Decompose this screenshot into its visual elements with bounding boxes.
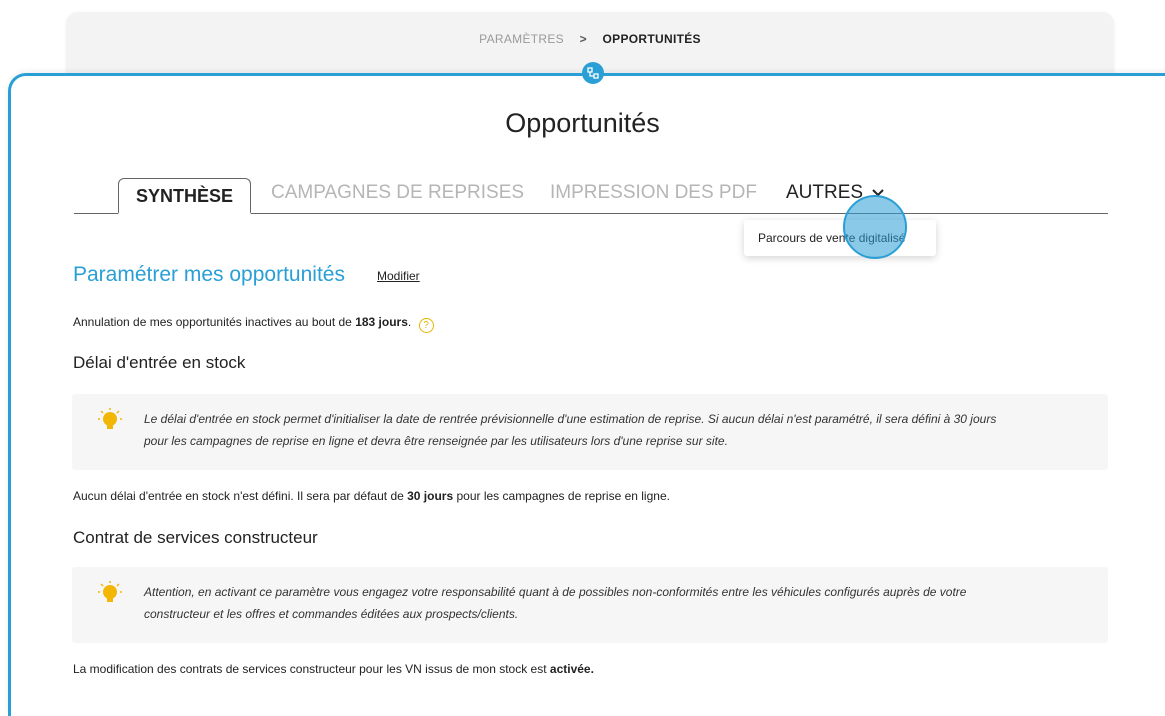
breadcrumb-separator: > bbox=[579, 32, 587, 46]
contract-info-text: Attention, en activant ce paramètre vous… bbox=[144, 581, 1084, 625]
lightbulb-icon bbox=[96, 579, 124, 610]
help-icon[interactable]: ? bbox=[418, 318, 434, 333]
inactive-suffix: . bbox=[407, 315, 412, 329]
section-title: Paramétrer mes opportunités bbox=[73, 263, 345, 286]
tab-campagnes-de-reprises[interactable]: CAMPAGNES DE REPRISES bbox=[271, 182, 524, 204]
breadcrumb-current: OPPORTUNITÉS bbox=[602, 32, 701, 46]
stock-status-prefix: Aucun délai d'entrée en stock n'est défi… bbox=[73, 489, 408, 503]
page-title: Opportunités bbox=[505, 108, 660, 138]
breadcrumb: PARAMÈTRES > OPPORTUNITÉS bbox=[66, 32, 1114, 46]
stock-info-text: Le délai d'entrée en stock permet d'init… bbox=[144, 408, 1084, 452]
stock-info-box: Le délai d'entrée en stock permet d'init… bbox=[72, 394, 1108, 470]
tab-impression-des-pdf[interactable]: IMPRESSION DES PDF bbox=[550, 182, 757, 204]
contract-status-value: activée. bbox=[549, 662, 594, 676]
contract-status-prefix: La modification des contrats de services… bbox=[73, 662, 550, 676]
contract-info-line2: constructeur et les offres et commandes … bbox=[144, 607, 519, 621]
inactive-setting: Annulation de mes opportunités inactives… bbox=[73, 315, 434, 333]
stock-status-value: 30 jours bbox=[407, 489, 454, 503]
contract-info-line1: Attention, en activant ce paramètre vous… bbox=[144, 585, 967, 599]
click-indicator bbox=[843, 195, 907, 259]
stock-status-suffix: pour les campagnes de reprise en ligne. bbox=[453, 489, 670, 503]
tab-autres-label: AUTRES bbox=[786, 182, 864, 203]
breadcrumb-parent[interactable]: PARAMÈTRES bbox=[479, 32, 564, 46]
autres-dropdown: Parcours de vente digitalisé bbox=[744, 220, 936, 256]
inactive-value: 183 jours bbox=[355, 315, 408, 329]
connector-icon bbox=[582, 62, 604, 84]
stock-status: Aucun délai d'entrée en stock n'est défi… bbox=[73, 489, 670, 503]
stock-info-line1: Le délai d'entrée en stock permet d'init… bbox=[144, 412, 997, 426]
tab-synthese[interactable]: SYNTHÈSE bbox=[118, 178, 251, 214]
contract-status: La modification des contrats de services… bbox=[73, 662, 594, 676]
contract-heading: Contrat de services constructeur bbox=[73, 528, 318, 547]
stock-heading: Délai d'entrée en stock bbox=[73, 353, 246, 372]
stock-info-line2: pour les campagnes de reprise en ligne e… bbox=[144, 434, 728, 448]
contract-info-box: Attention, en activant ce paramètre vous… bbox=[72, 567, 1108, 643]
inactive-prefix: Annulation de mes opportunités inactives… bbox=[73, 315, 356, 329]
modify-link[interactable]: Modifier bbox=[377, 269, 420, 283]
lightbulb-icon bbox=[96, 406, 124, 437]
